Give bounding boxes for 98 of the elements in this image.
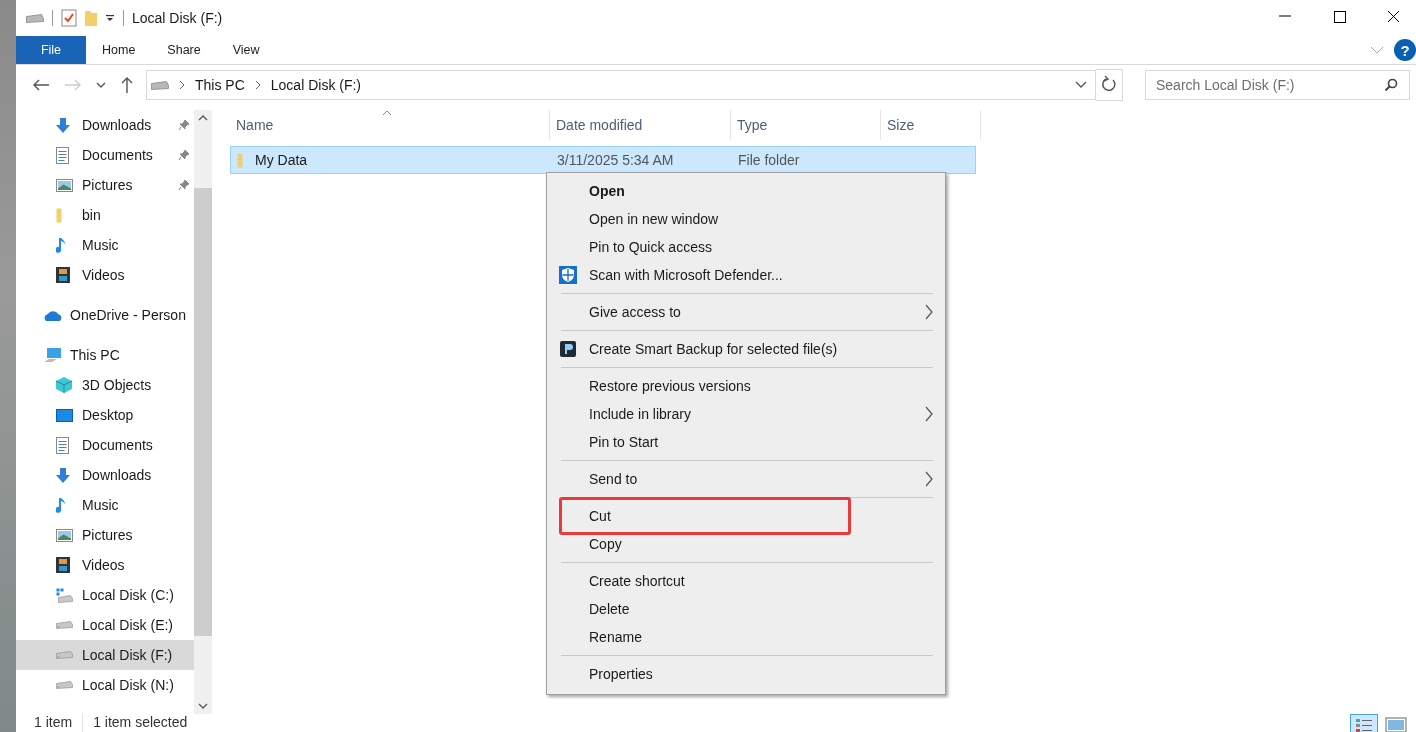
menu-item[interactable]: Create Smart Backup for selected file(s)	[547, 335, 945, 363]
ribbon-tab[interactable]: File	[16, 36, 86, 64]
file-name: My Data	[255, 152, 308, 168]
file-row[interactable]: My Data 3/11/2025 5:34 AM File folder	[230, 146, 976, 174]
menu-item[interactable]: Pin to Quick access	[547, 233, 945, 261]
up-icon[interactable]	[120, 76, 134, 94]
nav-item[interactable]: Local Disk (N:)	[16, 670, 194, 700]
nav-item[interactable]: Documents	[16, 140, 194, 170]
backup-icon	[560, 341, 576, 357]
chevron-icon	[254, 80, 261, 90]
column-header[interactable]: Date modified	[550, 110, 731, 140]
nav-item[interactable]: Local Disk (C:)	[16, 580, 194, 610]
item-count: 1 item	[34, 714, 73, 730]
scroll-down-icon[interactable]	[198, 702, 208, 710]
folder-icon	[56, 207, 62, 223]
refresh-icon[interactable]	[1096, 69, 1123, 101]
pin-icon[interactable]	[178, 149, 190, 161]
nav-item[interactable]: bin	[16, 200, 194, 230]
menu-item[interactable]: Restore previous versions	[547, 372, 945, 400]
ribbon-tab[interactable]: View	[216, 36, 276, 64]
nav-item[interactable]: Pictures	[16, 170, 194, 200]
menu-item[interactable]: Rename	[547, 623, 945, 651]
drive-icon	[56, 651, 73, 659]
document-icon	[56, 436, 69, 454]
nav-item[interactable]: Videos	[16, 260, 194, 290]
menu-item[interactable]: Delete	[547, 595, 945, 623]
scrollbar[interactable]	[194, 110, 212, 714]
menu-item[interactable]: Send to	[547, 465, 945, 493]
computer-icon	[44, 348, 61, 362]
file-type: File folder	[737, 152, 801, 168]
breadcrumb[interactable]: Local Disk (F:)	[270, 77, 362, 93]
drive-icon	[26, 13, 44, 23]
download-arrow-icon	[56, 467, 70, 483]
nav-item[interactable]: Downloads	[16, 110, 194, 140]
folder-icon	[237, 152, 243, 168]
menu-item[interactable]: Give access to	[547, 298, 945, 326]
drive-icon	[56, 621, 73, 629]
column-header[interactable]: Name	[230, 110, 550, 140]
ribbon-tab[interactable]: Share	[151, 36, 217, 64]
address-bar[interactable]: This PC Local Disk (F:)	[146, 70, 1096, 100]
nav-item[interactable]: Downloads	[16, 460, 194, 490]
menu-item[interactable]: Include in library	[547, 400, 945, 428]
nav-item[interactable]: Local Disk (E:)	[16, 610, 194, 640]
search-icon[interactable]	[1384, 78, 1398, 92]
nav-item[interactable]: Music	[16, 490, 194, 520]
film-icon	[56, 267, 70, 283]
details-view-icon[interactable]	[1350, 714, 1378, 732]
breadcrumb[interactable]: This PC	[195, 77, 245, 93]
pin-icon[interactable]	[178, 119, 190, 131]
expand-ribbon-icon[interactable]	[1370, 46, 1384, 54]
selection-count: 1 item selected	[93, 714, 188, 730]
download-arrow-icon	[56, 117, 70, 133]
menu-item[interactable]: Pin to Start	[547, 428, 945, 456]
nav-item[interactable]: 3D Objects	[16, 370, 194, 400]
back-icon[interactable]	[32, 78, 50, 92]
nav-item[interactable]: Desktop	[16, 400, 194, 430]
document-icon	[56, 146, 69, 164]
menu-item[interactable]: Cut	[547, 502, 945, 530]
nav-item[interactable]: Local Disk (F:)	[16, 640, 194, 670]
recent-locations-icon[interactable]	[96, 81, 106, 89]
search-field[interactable]: Search Local Disk (F:)	[1145, 70, 1410, 100]
window-title: Local Disk (F:)	[132, 10, 223, 26]
drive-icon	[56, 681, 73, 689]
menu-item[interactable]: Properties	[547, 660, 945, 688]
help-button[interactable]: ?	[1394, 39, 1416, 61]
menu-item[interactable]: Copy	[547, 530, 945, 558]
nav-item[interactable]: Music	[16, 230, 194, 260]
menu-item[interactable]: Open in new window	[547, 205, 945, 233]
nav-item[interactable]: Documents	[16, 430, 194, 460]
picture-icon	[56, 178, 73, 192]
pin-icon[interactable]	[178, 179, 190, 191]
properties-icon[interactable]	[61, 9, 77, 27]
cube-icon	[56, 377, 72, 393]
date-modified: 3/11/2025 5:34 AM	[556, 152, 675, 168]
caret-icon[interactable]	[105, 14, 115, 22]
menu-item[interactable]: Open	[547, 177, 945, 205]
music-note-icon	[56, 236, 65, 254]
sort-icon	[382, 110, 392, 116]
shield-icon	[559, 266, 577, 284]
nav-item[interactable]: Pictures	[16, 520, 194, 550]
menu-item[interactable]: Create shortcut	[547, 567, 945, 595]
scroll-up-icon[interactable]	[198, 114, 208, 122]
desktop-icon	[56, 408, 73, 422]
cloud-icon	[44, 309, 62, 321]
menu-item[interactable]: Scan with Microsoft Defender...	[547, 261, 945, 289]
column-header[interactable]: Type	[731, 110, 881, 140]
dropdown-icon[interactable]	[1075, 81, 1087, 89]
column-header[interactable]: Size	[881, 110, 981, 140]
nav-item[interactable]: OneDrive - Person	[16, 300, 194, 330]
chevron-icon	[179, 80, 185, 90]
ribbon-tab[interactable]: Home	[86, 36, 152, 64]
nav-item[interactable]: This PC	[16, 340, 194, 370]
picture-icon	[56, 528, 73, 542]
drive-icon	[151, 80, 169, 90]
music-note-icon	[56, 496, 65, 514]
film-icon	[56, 557, 70, 573]
system-drive-icon	[56, 587, 73, 603]
nav-item[interactable]: Videos	[16, 550, 194, 580]
